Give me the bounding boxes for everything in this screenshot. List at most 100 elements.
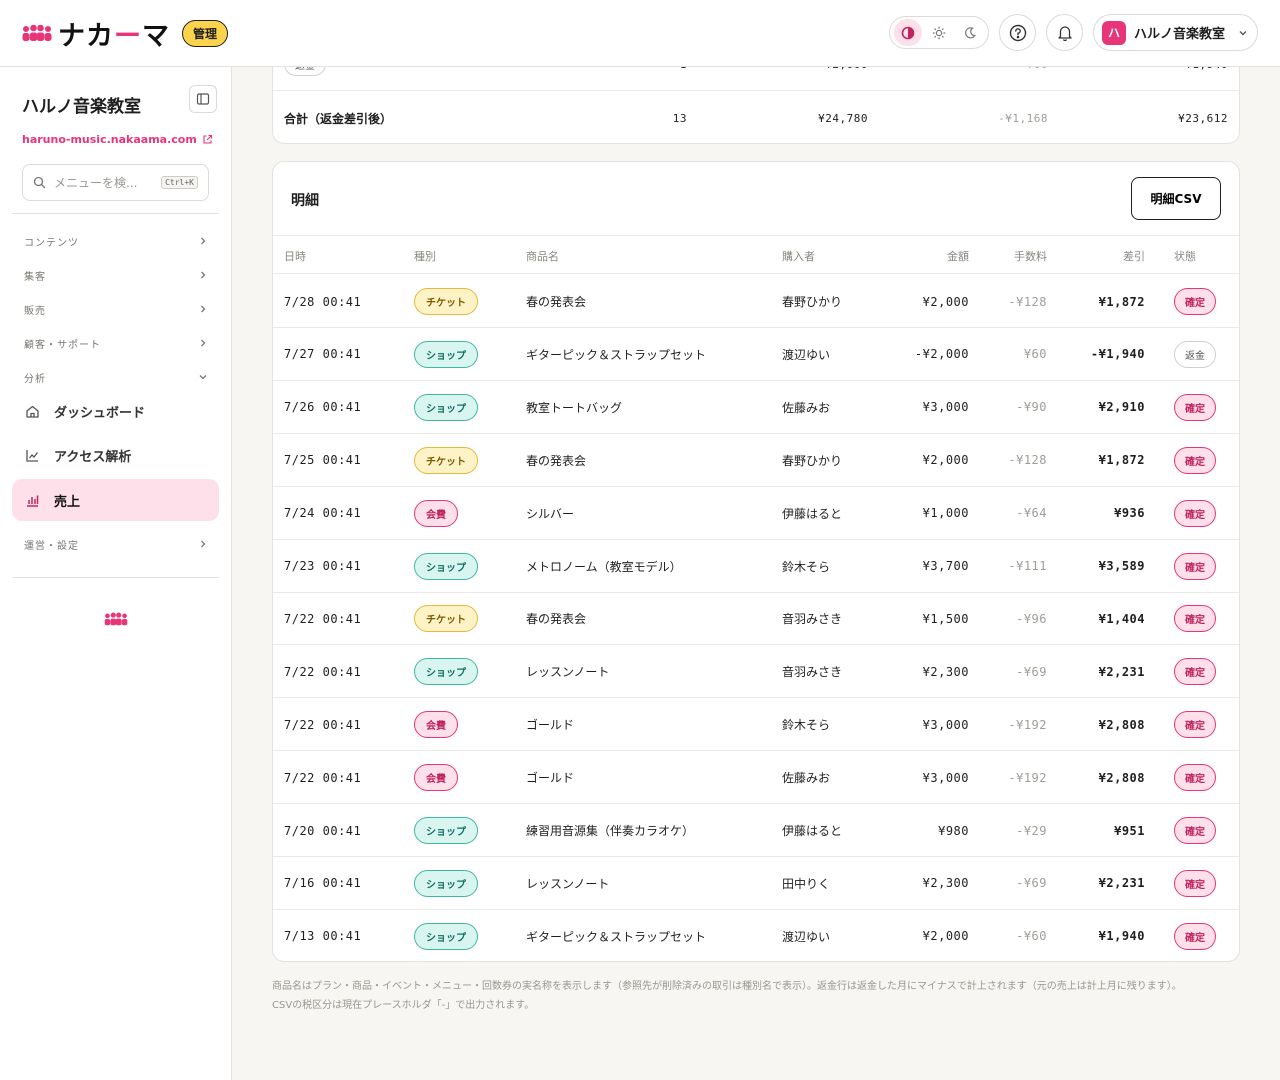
table-row[interactable]: 7/22 00:41 ショップ レッスンノート 音羽みさき ¥2,300 -¥69 ¥2,2… <box>273 645 1239 699</box>
cell-amount: ¥2,000 <box>922 453 969 468</box>
summary-table: 返金 1 -¥2,000 ¥60 -¥1,940 合計（返金差引後） 13 ¥2… <box>272 67 1240 144</box>
table-row[interactable]: 7/25 00:41 チケット 春の発表会 春野ひかり ¥2,000 -¥128 ¥1,87… <box>273 434 1239 487</box>
table-row[interactable]: 7/22 00:41 会費 ゴールド 佐藤みお ¥3,000 -¥192 ¥2,808 確定 <box>273 751 1239 805</box>
table-header: 日時 種別 商品名 購入者 金額 手数料 差引 状態 <box>273 235 1239 275</box>
column-header-amount[interactable]: 金額 <box>893 236 969 275</box>
cell-buyer: 鈴木そら <box>782 559 831 574</box>
column-header-type[interactable]: 種別 <box>414 236 436 275</box>
table-row[interactable]: 7/28 00:41 チケット 春の発表会 春野ひかり ¥2,000 -¥128 ¥1,87… <box>273 275 1239 328</box>
sidebar-item-revenue[interactable]: 売上 <box>12 479 219 521</box>
detail-title: 明細 <box>291 193 319 209</box>
sidebar-divider <box>12 213 219 214</box>
cell-buyer: 佐藤みお <box>782 771 831 786</box>
column-header-status[interactable]: 状態 <box>1174 236 1196 275</box>
help-button[interactable] <box>999 14 1036 51</box>
org-url-link[interactable]: haruno-music.nakaama.com <box>22 133 213 146</box>
cell-status: 確定 <box>1174 645 1216 698</box>
table-row[interactable]: 7/16 00:41 ショップ レッスンノート 田中りく ¥2,300 -¥69 ¥2,23… <box>273 857 1239 910</box>
account-name: ハルノ音楽教室 <box>1134 27 1226 42</box>
table-row[interactable]: 7/20 00:41 ショップ 練習用音源集（伴奏カラオケ） 伊藤はると ¥980 -¥2… <box>273 804 1239 857</box>
nav-group-analytics[interactable]: 分析 <box>24 367 208 387</box>
type-badge: 会費 <box>414 499 458 527</box>
detail-csv-button[interactable]: 明細CSV <box>1131 177 1221 220</box>
cell-product: ギターピック＆ストラップセット <box>526 929 707 944</box>
cell-amount: ¥2,300 <box>922 876 969 891</box>
type-badge: ショップ <box>414 658 478 686</box>
brand[interactable]: ナカーマ 管理 <box>22 14 229 53</box>
cell-buyer: 音羽みさき <box>782 665 843 680</box>
logo-people-icon <box>22 24 52 41</box>
cell-amount: ¥2,000 <box>922 294 969 309</box>
table-row[interactable]: 7/22 00:41 チケット 春の発表会 音羽みさき ¥1,500 -¥96 ¥1,404… <box>273 592 1239 646</box>
cell-date: 7/27 00:41 <box>284 347 362 362</box>
cell-fee: -¥128 <box>1008 453 1047 468</box>
nav-group-label: 運営・設定 <box>24 540 79 552</box>
sidebar-item-dashboard[interactable]: ダッシュボード <box>12 390 219 432</box>
column-header-net[interactable]: 差引 <box>1063 236 1145 275</box>
org-title: ハルノ音楽教室 <box>22 97 141 117</box>
type-badge: チケット <box>414 446 478 474</box>
chevron-down-icon <box>1239 30 1247 35</box>
type-badge: ショップ <box>414 817 478 844</box>
bell-icon <box>1057 26 1072 41</box>
theme-auto-button[interactable] <box>894 19 923 46</box>
cell-status: 確定 <box>1174 698 1216 751</box>
status-badge: 返金 <box>1174 340 1216 368</box>
menu-search[interactable]: メニューを検... Ctrl+K <box>22 164 209 201</box>
sidebar-item-label: 売上 <box>54 494 81 510</box>
sidebar-collapse-button[interactable] <box>189 85 217 113</box>
nav-group-marketing[interactable]: 集客 <box>24 265 208 285</box>
chevron-right-icon <box>201 540 206 548</box>
cell-fee: -¥90 <box>1016 400 1047 415</box>
cell-fee: -¥60 <box>1016 929 1047 944</box>
nav-group-customers[interactable]: 顧客・サポート <box>24 333 208 353</box>
search-shortcut: Ctrl+K <box>161 176 198 189</box>
status-badge: 確定 <box>1174 658 1216 686</box>
theme-light-button[interactable] <box>925 19 953 46</box>
cell-type: チケット <box>414 275 478 328</box>
nav-group-content[interactable]: コンテンツ <box>24 231 208 251</box>
column-header-fee[interactable]: 手数料 <box>973 236 1047 275</box>
column-header-date[interactable]: 日時 <box>284 236 306 275</box>
chevron-right-icon <box>201 305 206 313</box>
cell-net: ¥936 <box>1114 506 1145 521</box>
cell-net: ¥1,872 <box>1098 294 1145 309</box>
table-row[interactable]: 7/24 00:41 会費 シルバー 伊藤はると ¥1,000 -¥64 ¥936 確定 <box>273 487 1239 540</box>
cell-net: ¥2,910 <box>1098 400 1145 415</box>
cell-amount: ¥3,000 <box>922 400 969 415</box>
account-menu[interactable]: ハ ハルノ音楽教室 <box>1093 14 1258 51</box>
moon-icon <box>964 26 976 38</box>
sidebar-item-access[interactable]: アクセス解析 <box>12 434 219 476</box>
notifications-button[interactable] <box>1046 14 1083 51</box>
cell-buyer: 渡辺ゆい <box>782 347 831 362</box>
nav-group-label: 分析 <box>24 373 46 385</box>
chevron-right-icon <box>201 339 206 347</box>
cell-buyer: 伊藤はると <box>782 824 843 838</box>
column-header-product[interactable]: 商品名 <box>526 236 559 275</box>
external-link-icon <box>203 134 212 144</box>
status-badge: 確定 <box>1174 764 1216 792</box>
table-row[interactable]: 7/27 00:41 ショップ ギターピック＆ストラップセット 渡辺ゆい -¥2,000… <box>273 328 1239 381</box>
cell-net: ¥2,231 <box>1098 876 1145 891</box>
cell-net: ¥2,808 <box>1098 770 1145 785</box>
nav-group-settings[interactable]: 運営・設定 <box>24 534 208 554</box>
cell-net: ¥1,404 <box>1098 611 1145 626</box>
nav-group-sales[interactable]: 販売 <box>24 299 208 319</box>
table-row[interactable]: 7/13 00:41 ショップ ギターピック＆ストラップセット 渡辺ゆい ¥2,000 -… <box>273 910 1239 961</box>
cell-net: ¥1,940 <box>1098 929 1145 944</box>
column-header-buyer[interactable]: 購入者 <box>782 236 815 275</box>
table-row[interactable]: 7/23 00:41 ショップ メトロノーム（教室モデル） 鈴木そら ¥3,700 -¥1… <box>273 540 1239 593</box>
cell-product: メトロノーム（教室モデル） <box>526 559 682 574</box>
type-badge: ショップ <box>414 340 478 368</box>
logo-people-icon <box>104 612 128 626</box>
cell-date: 7/22 00:41 <box>284 717 362 732</box>
table-row[interactable]: 7/22 00:41 会費 ゴールド 鈴木そら ¥3,000 -¥192 ¥2,808 確定 <box>273 698 1239 752</box>
footnote-line: CSVの税区分は現在プレースホルダ「-」で出力されます。 <box>272 1000 535 1011</box>
total-count: 13 <box>672 112 687 125</box>
theme-dark-button[interactable] <box>956 19 984 46</box>
cell-product: 春の発表会 <box>526 453 587 468</box>
refund-fee: ¥60 <box>953 67 1048 90</box>
table-row[interactable]: 7/26 00:41 ショップ 教室トートバッグ 佐藤みお ¥3,000 -¥90 ¥2,9… <box>273 381 1239 434</box>
avatar: ハ <box>1102 20 1126 45</box>
type-badge: ショップ <box>414 869 478 897</box>
